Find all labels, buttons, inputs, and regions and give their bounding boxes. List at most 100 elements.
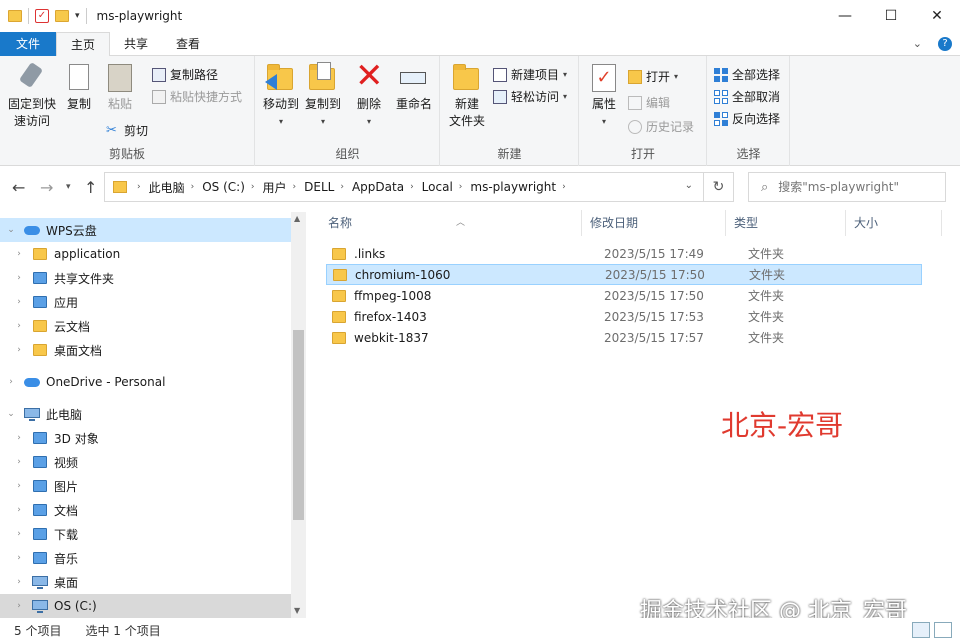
cut-button[interactable]: ✂ 剪切 [106,122,148,139]
tab-view[interactable]: 查看 [162,32,214,56]
large-icons-view-icon[interactable] [934,622,952,638]
tab-share[interactable]: 共享 [110,32,162,56]
paste-button[interactable]: 粘贴 [102,62,138,113]
edit-button[interactable]: 编辑 [628,94,670,111]
invert-selection-button[interactable]: 反向选择 [714,110,780,127]
new-folder-button[interactable]: 新建 文件夹 [447,62,487,130]
chevron-right-icon[interactable]: › [12,321,26,331]
chevron-right-icon[interactable]: › [4,377,18,387]
column-header-type[interactable]: 类型 [726,210,846,236]
chevron-down-icon[interactable]: ⌄ [4,225,18,235]
nav-item[interactable]: › 音乐 [0,546,291,570]
delete-button[interactable]: ✕ 删除 ▾ [352,58,386,130]
file-row[interactable]: chromium-1060 2023/5/15 17:50 文件夹 [326,264,922,285]
chevron-right-icon[interactable]: › [12,505,26,515]
nav-item[interactable]: › 图片 [0,474,291,498]
chevron-right-icon[interactable]: › [12,577,26,587]
select-all-button[interactable]: 全部选择 [714,66,780,83]
copy-button[interactable]: 复制 [62,62,96,113]
details-view-icon[interactable] [912,622,930,638]
nav-item[interactable]: ⌄ WPS云盘 [0,218,291,242]
chevron-right-icon[interactable]: › [12,345,26,355]
chevron-right-icon[interactable]: › [251,182,255,192]
column-header-date[interactable]: 修改日期 [582,210,726,236]
nav-item[interactable]: › 应用 [0,290,291,314]
select-none-button[interactable]: 全部取消 [714,88,780,105]
chevron-down-icon[interactable]: ▾ [75,11,80,21]
scroll-thumb[interactable] [293,330,304,520]
chevron-right-icon[interactable]: › [12,553,26,563]
forward-arrow-icon[interactable]: → [40,178,53,197]
minimize-button[interactable]: — [822,0,868,32]
maximize-button[interactable]: ☐ [868,0,914,32]
breadcrumb-ms-playwright[interactable]: ms-playwright [470,180,556,194]
chevron-right-icon[interactable]: › [340,182,344,192]
navigation-scrollbar[interactable]: ▲ ▼ [291,212,306,618]
search-box[interactable]: ⌕ [748,172,946,202]
chevron-right-icon[interactable]: › [12,297,26,307]
chevron-right-icon[interactable]: › [12,273,26,283]
chevron-right-icon[interactable]: › [293,182,297,192]
tab-file[interactable]: 文件 [0,32,57,56]
properties-quick-icon[interactable]: ✓ [35,9,49,23]
address-bar[interactable]: › 此电脑 › OS (C:) › 用户 › DELL › AppData › … [104,172,704,202]
new-item-button[interactable]: 新建项目 ▾ [493,66,567,83]
search-input[interactable] [778,180,939,194]
move-to-button[interactable]: 移动到 ▾ [260,62,302,130]
chevron-right-icon[interactable]: › [12,457,26,467]
back-arrow-icon[interactable]: ← [12,178,25,197]
nav-item[interactable]: › 云文档 [0,314,291,338]
chevron-right-icon[interactable]: › [12,433,26,443]
chevron-right-icon[interactable]: › [562,182,566,192]
rename-button[interactable]: 重命名 [392,62,436,113]
close-button[interactable]: ✕ [914,0,960,32]
tab-home[interactable]: 主页 [56,32,111,57]
open-button[interactable]: 打开 ▾ [628,68,678,85]
chevron-right-icon[interactable]: › [459,182,463,192]
breadcrumb-dell[interactable]: DELL [304,180,334,194]
chevron-down-icon[interactable]: ⌄ [913,37,922,51]
nav-item[interactable]: › 视频 [0,450,291,474]
chevron-right-icon[interactable]: › [410,182,414,192]
history-button[interactable]: 历史记录 [628,118,694,135]
nav-item[interactable]: › application [0,242,291,266]
refresh-icon[interactable]: ↻ [704,172,734,202]
file-row[interactable]: ffmpeg-1008 2023/5/15 17:50 文件夹 [326,285,922,306]
up-arrow-icon[interactable]: ↑ [84,178,97,197]
pin-to-quick-access-button[interactable]: 固定到快 速访问 [6,61,58,130]
properties-button[interactable]: ✓ 属性 ▾ [588,62,620,130]
nav-item[interactable]: › 3D 对象 [0,426,291,450]
easy-access-button[interactable]: 轻松访问 ▾ [493,88,567,105]
nav-item[interactable]: › 桌面 [0,570,291,594]
column-header-name[interactable]: 名称 ︿ [320,210,582,236]
column-header-size[interactable]: 大小 [846,210,942,236]
breadcrumb-os-c[interactable]: OS (C:) [202,180,245,194]
file-row[interactable]: webkit-1837 2023/5/15 17:57 文件夹 [326,327,922,348]
breadcrumb-users[interactable]: 用户 [263,179,287,196]
help-icon[interactable]: ? [938,37,952,51]
nav-item[interactable]: › 共享文件夹 [0,266,291,290]
file-row[interactable]: .links 2023/5/15 17:49 文件夹 [326,243,922,264]
paste-shortcut-button[interactable]: 粘贴快捷方式 [152,88,242,105]
chevron-down-icon[interactable]: ⌄ [4,409,18,419]
copy-to-button[interactable]: 复制到 ▾ [302,62,344,130]
chevron-right-icon[interactable]: › [12,529,26,539]
chevron-down-icon[interactable]: ⌄ [685,180,693,191]
chevron-right-icon[interactable]: › [12,249,26,259]
nav-item[interactable]: › OneDrive - Personal [0,370,291,394]
nav-item[interactable]: › 桌面文档 [0,338,291,362]
chevron-right-icon[interactable]: › [191,182,195,192]
breadcrumb-local[interactable]: Local [422,180,453,194]
chevron-right-icon[interactable]: › [12,481,26,491]
breadcrumb-appdata[interactable]: AppData [352,180,404,194]
scroll-up-icon[interactable]: ▲ [294,214,300,223]
scroll-down-icon[interactable]: ▼ [294,606,300,615]
nav-item[interactable]: ⌄ 此电脑 [0,402,291,426]
recent-locations-chevron-icon[interactable]: ▾ [66,182,71,192]
nav-item[interactable]: › 下载 [0,522,291,546]
file-row[interactable]: firefox-1403 2023/5/15 17:53 文件夹 [326,306,922,327]
chevron-right-icon[interactable]: › [12,601,26,611]
nav-item[interactable]: › 文档 [0,498,291,522]
chevron-right-icon[interactable]: › [137,182,141,192]
new-folder-quick-icon[interactable] [55,10,69,22]
